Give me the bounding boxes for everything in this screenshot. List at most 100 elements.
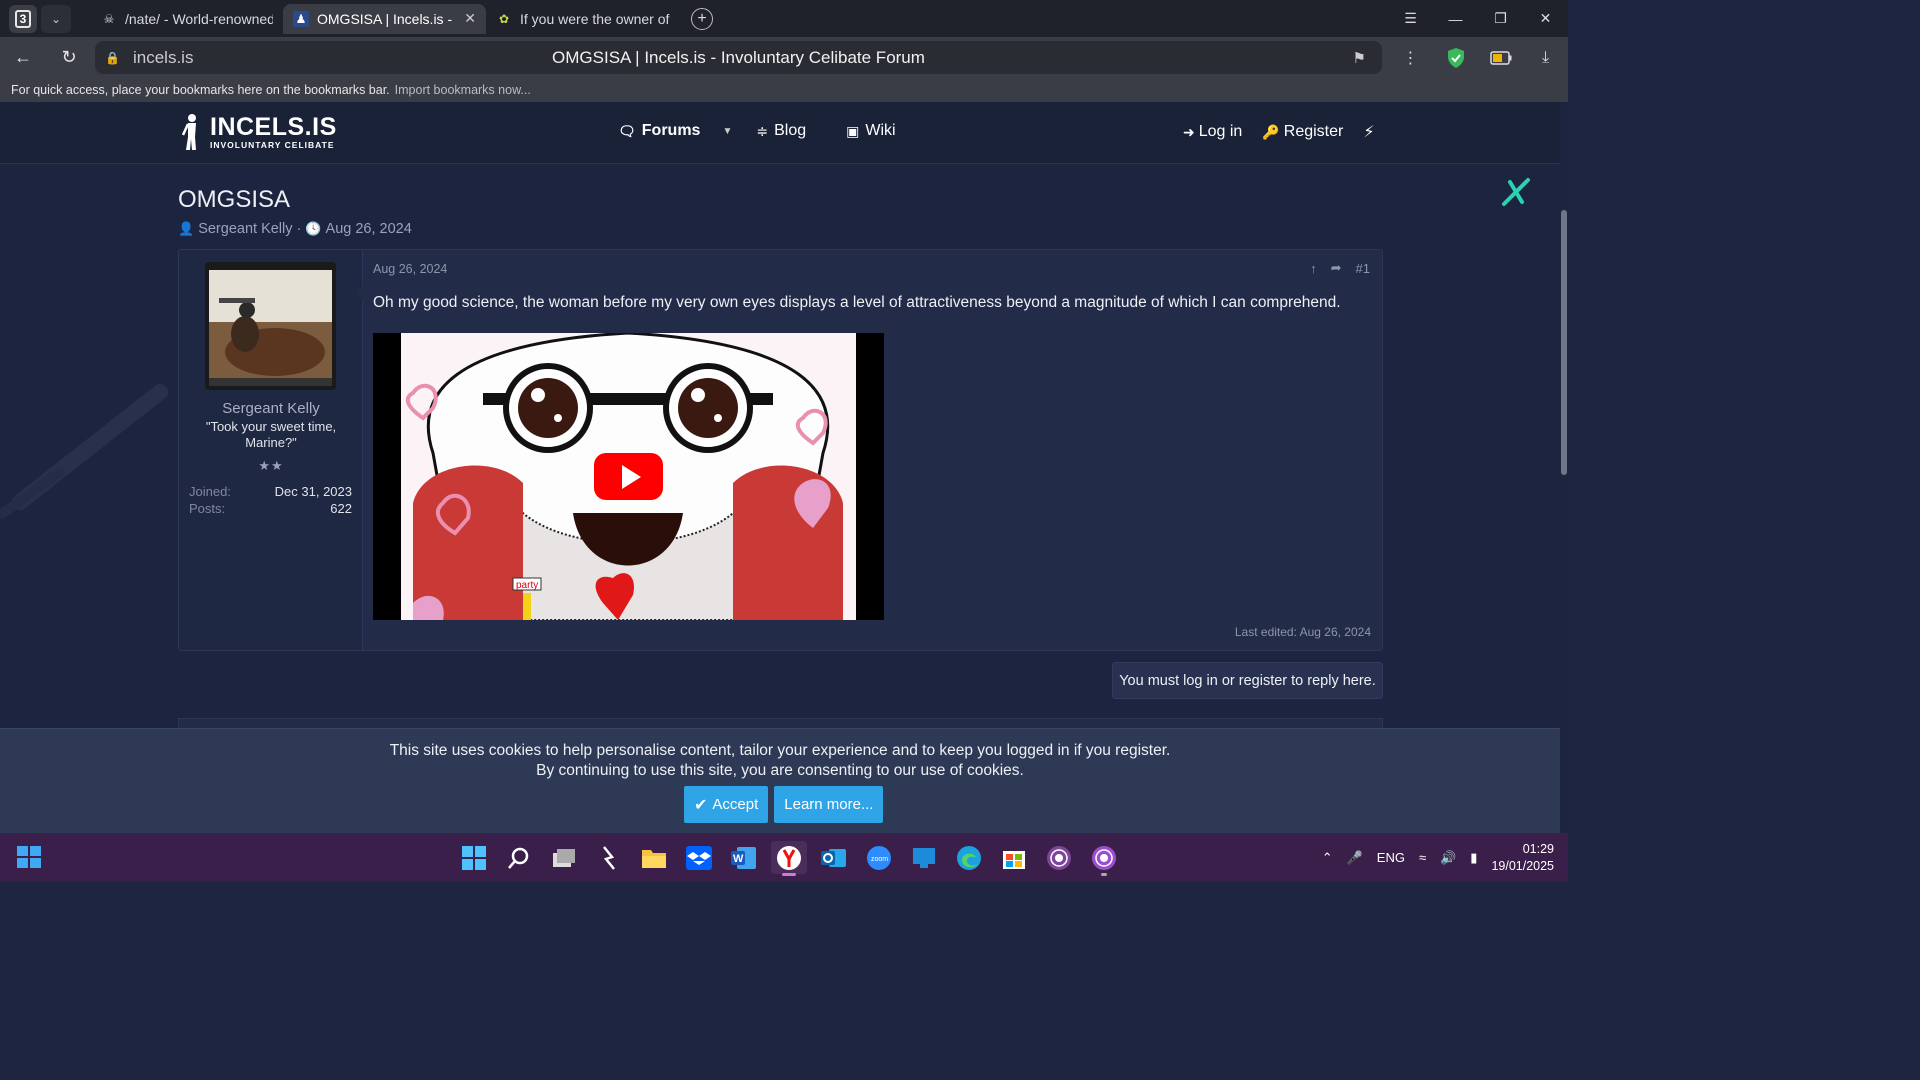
user-rank-stars: ★★ xyxy=(258,458,284,473)
cookie-accept-label: Accept xyxy=(712,796,759,813)
post-body: Oh my good science, the woman before my … xyxy=(373,294,1341,311)
restore-icon[interactable]: ❐ xyxy=(1478,0,1523,37)
user-icon: 👤 xyxy=(178,221,195,236)
word-icon[interactable]: W xyxy=(726,841,762,874)
leaf-favicon-icon: ✿ xyxy=(498,11,510,26)
site-viewport: INCELS.IS INVOLUNTARY CELIBATE 🗨 Forums … xyxy=(0,102,1560,833)
minimize-icon[interactable]: — xyxy=(1433,0,1478,37)
microsoft-store-icon[interactable] xyxy=(996,841,1032,874)
dropbox-icon[interactable] xyxy=(681,841,717,874)
thread-date[interactable]: Aug 26, 2024 xyxy=(326,221,412,237)
user-avatar[interactable] xyxy=(205,262,336,390)
language-indicator[interactable]: ENG xyxy=(1377,850,1405,865)
app-monitor-icon[interactable] xyxy=(906,841,942,874)
clock-date: 19/01/2025 xyxy=(1491,858,1554,873)
task-view-icon[interactable] xyxy=(546,841,582,874)
wifi-icon[interactable]: ≈ xyxy=(1419,850,1426,865)
reply-login-notice[interactable]: You must log in or register to reply her… xyxy=(1112,662,1383,699)
reload-icon[interactable]: ↻ xyxy=(51,40,87,76)
clock-time: 01:29 xyxy=(1522,841,1554,856)
post-number[interactable]: #1 xyxy=(1356,261,1370,276)
bookmark-icon[interactable]: ⚑ xyxy=(1353,49,1366,67)
post-date[interactable]: Aug 26, 2024 xyxy=(373,262,447,276)
logo-title: INCELS.IS xyxy=(210,113,337,141)
tor-browser-icon[interactable] xyxy=(1041,841,1077,874)
login-link[interactable]: ➜ Log in xyxy=(1183,123,1242,141)
volume-icon[interactable]: 🔊 xyxy=(1440,850,1456,866)
close-window-icon[interactable]: ✕ xyxy=(1523,0,1568,37)
youtube-embed[interactable]: party xyxy=(373,333,884,620)
nav-forums-label: Forums xyxy=(641,122,701,139)
outlook-icon[interactable] xyxy=(816,841,852,874)
cookie-buttons: ✔ Accept Learn more... xyxy=(684,786,889,823)
download-icon[interactable]: ⤓ xyxy=(1523,49,1568,67)
comments-icon: 🗨 xyxy=(618,122,636,139)
site-header: INCELS.IS INVOLUNTARY CELIBATE 🗨 Forums … xyxy=(0,102,1560,164)
battery-saver-icon[interactable] xyxy=(1478,50,1523,65)
new-tab-plus-icon[interactable]: + xyxy=(691,7,713,30)
battery-icon[interactable]: ▮ xyxy=(1470,850,1477,866)
running-app-indicator xyxy=(1101,873,1107,876)
back-arrow-icon[interactable]: ← xyxy=(5,40,41,76)
thread-meta: 👤 Sergeant Kelly · 🕓 Aug 26, 2024 xyxy=(178,221,412,237)
tab-nate[interactable]: ☠ /nate/ - World-renowned C xyxy=(91,4,283,34)
nav-wiki[interactable]: ▣ Wiki xyxy=(846,122,895,140)
post-user-panel: Sergeant Kelly "Took your sweet time, Ma… xyxy=(179,250,363,650)
import-bookmarks-link[interactable]: Import bookmarks now... xyxy=(395,83,531,97)
nav-forums[interactable]: 🗨 Forums xyxy=(618,122,700,140)
tab-owner[interactable]: ✿ If you were the owner of th xyxy=(486,4,681,34)
tab-count: 3 xyxy=(15,9,31,28)
whats-new-bolt-icon[interactable]: ⚡ xyxy=(1363,122,1374,142)
protect-shield-icon[interactable] xyxy=(1433,47,1478,69)
close-tab-icon[interactable]: ✕ xyxy=(464,10,476,27)
page-scrollbar[interactable] xyxy=(1560,102,1568,833)
cookie-line-2: By continuing to use this site, you are … xyxy=(536,762,1024,779)
nav-wiki-label: Wiki xyxy=(865,122,896,139)
tab-list-dropdown-icon[interactable]: ⌄ xyxy=(41,4,71,33)
browser-menu-icon[interactable]: ☰ xyxy=(1388,0,1433,37)
url-domain: incels.is xyxy=(133,47,194,67)
cookie-banner: This site uses cookies to help personali… xyxy=(0,728,1560,833)
share-icon[interactable]: ➦ xyxy=(1331,260,1342,276)
windows-start-icon[interactable] xyxy=(456,841,492,874)
svg-text:zoom: zoom xyxy=(871,856,888,863)
start-windows-icon[interactable] xyxy=(17,846,41,873)
zoom-icon[interactable]: zoom xyxy=(861,841,897,874)
cookie-learn-more-button[interactable]: Learn more... xyxy=(774,786,884,823)
check-icon: ✔ xyxy=(694,796,708,814)
clock[interactable]: 01:29 19/01/2025 xyxy=(1491,841,1554,875)
last-edited: Last edited: Aug 26, 2024 xyxy=(1234,625,1371,639)
tab-count-button[interactable]: 3 xyxy=(9,4,37,33)
tray-overflow-chevron-icon[interactable]: ⌃ xyxy=(1322,850,1333,866)
address-toolbar: ← ↻ 🔒 incels.is OMGSISA | Incels.is - In… xyxy=(0,37,1568,78)
site-logo[interactable]: INCELS.IS INVOLUNTARY CELIBATE xyxy=(180,113,337,151)
system-tray: ⌃ 🎤 ENG ≈ 🔊 ▮ 01:29 19/01/2025 xyxy=(1322,833,1568,882)
upvote-arrow-icon[interactable]: ↑ xyxy=(1310,261,1317,276)
thread-author[interactable]: Sergeant Kelly xyxy=(198,221,292,237)
user-name[interactable]: Sergeant Kelly xyxy=(179,400,363,417)
sign-in-icon: ➜ xyxy=(1183,123,1195,140)
search-icon[interactable] xyxy=(501,841,537,874)
forums-dropdown-icon[interactable]: ▼ xyxy=(722,126,732,137)
lock-icon: 🔒 xyxy=(105,50,120,65)
auth-links: ➜ Log in 🔑 Register ⚡ xyxy=(1183,122,1395,142)
url-bar[interactable]: 🔒 incels.is OMGSISA | Incels.is - Involu… xyxy=(95,41,1382,74)
nav-blog[interactable]: ≑ Blog xyxy=(756,122,806,140)
browser-tab-bar: 3 ⌄ ☠ /nate/ - World-renowned C ♟ OMGSIS… xyxy=(0,0,1568,37)
register-link[interactable]: 🔑 Register xyxy=(1262,123,1343,141)
yandex-browser-icon[interactable] xyxy=(771,841,807,876)
sparkle-cross-icon xyxy=(1502,178,1530,206)
scrollbar-thumb[interactable] xyxy=(1561,210,1567,475)
more-options-icon[interactable]: ⋮ xyxy=(1388,48,1433,68)
video-sticker-text: party xyxy=(516,580,538,591)
post-1: Sergeant Kelly "Took your sweet time, Ma… xyxy=(178,249,1383,651)
tab-omgsisa[interactable]: ♟ OMGSISA | Incels.is - Inv ✕ xyxy=(283,3,486,34)
cookie-accept-button[interactable]: ✔ Accept xyxy=(684,786,769,823)
taskbar-apps: W zoom xyxy=(456,841,1131,876)
app-bolt-icon[interactable] xyxy=(591,841,627,874)
post-arrow-decoration xyxy=(356,286,363,300)
microphone-icon[interactable]: 🎤 xyxy=(1347,850,1363,866)
file-explorer-icon[interactable] xyxy=(636,841,672,874)
edge-icon[interactable] xyxy=(951,841,987,874)
tor-browser-2-icon[interactable] xyxy=(1086,841,1122,876)
